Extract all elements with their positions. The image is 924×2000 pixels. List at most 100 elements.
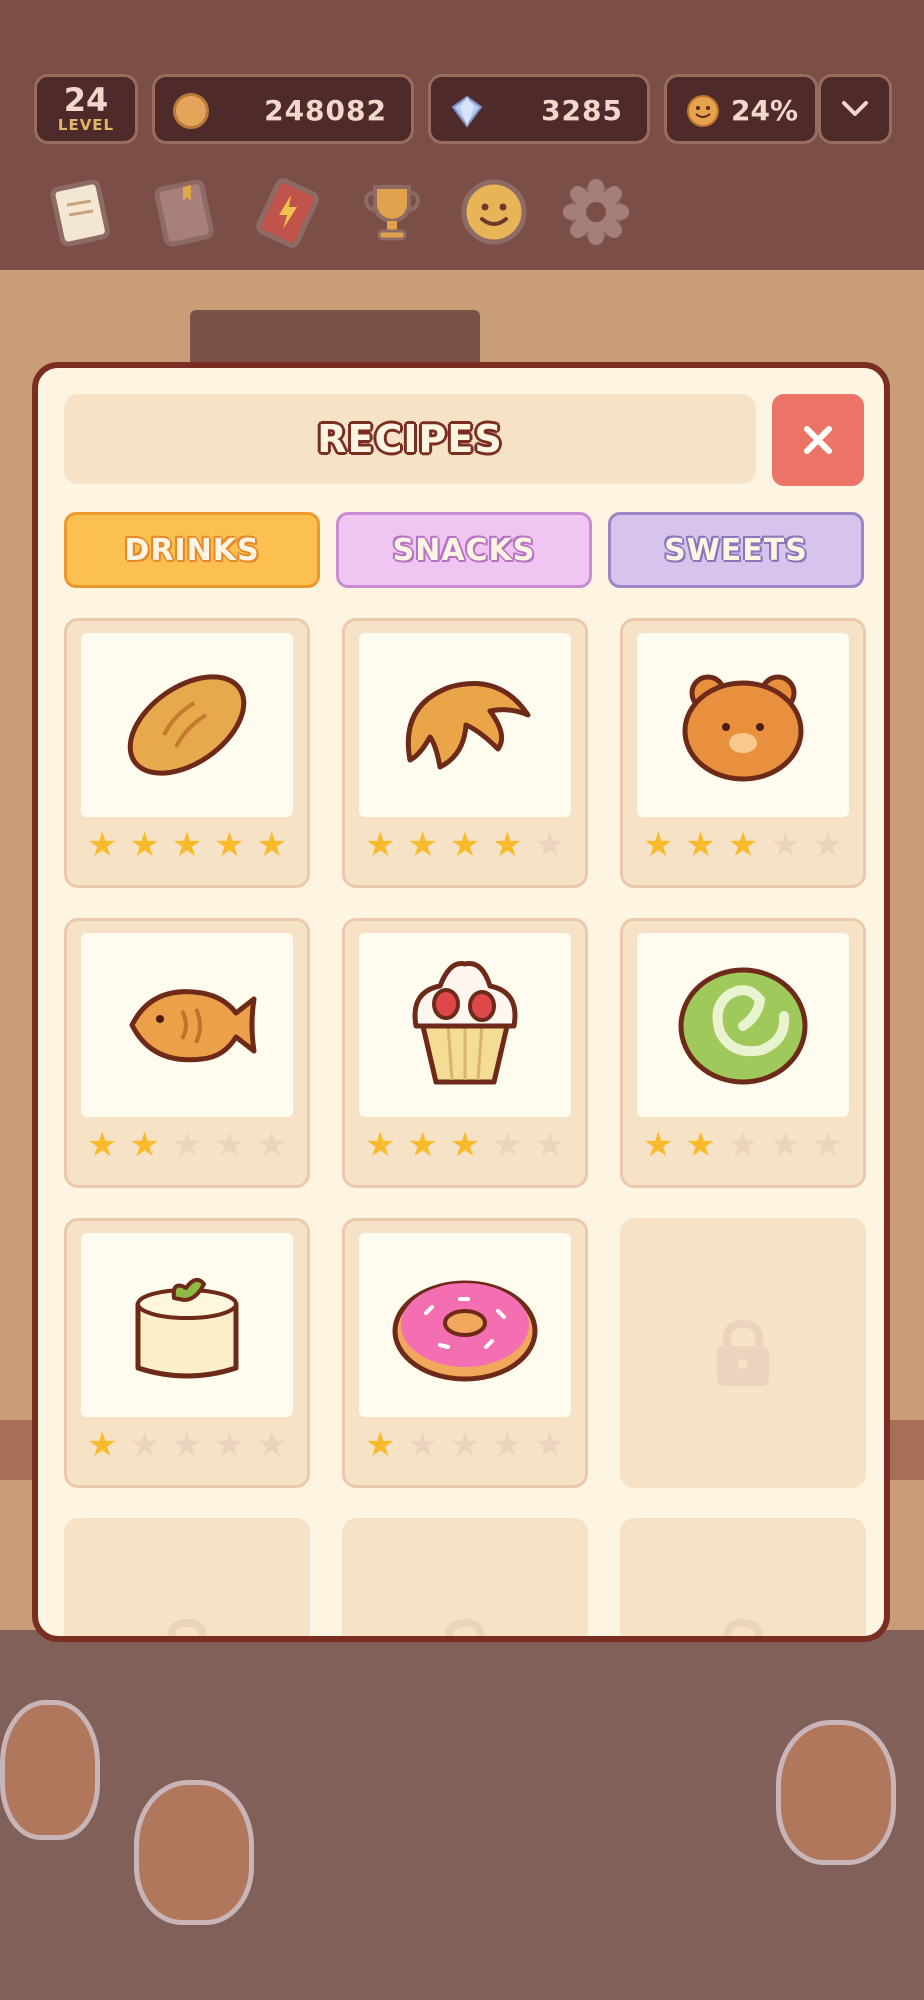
recipe-card-locked[interactable] (64, 1518, 310, 1636)
recipe-card-croissant[interactable]: ★ ★ ★ ★ ★ (342, 618, 588, 888)
star-rating: ★ ★ ★ ★ ★ (637, 827, 849, 863)
star-filled-icon: ★ (86, 1125, 118, 1165)
recipe-card-bread[interactable]: ★ ★ ★ ★ ★ (64, 618, 310, 888)
bear-bun-icon (637, 633, 849, 817)
star-rating: ★ ★ ★ ★ ★ (81, 1127, 293, 1163)
book-icon (154, 179, 214, 247)
dialog-title: RECIPES (317, 417, 503, 461)
lock-container (345, 1617, 585, 1636)
star-filled-icon: ★ (449, 825, 481, 865)
star-empty-icon: ★ (171, 1425, 203, 1465)
star-empty-icon: ★ (449, 1425, 481, 1465)
star-filled-icon: ★ (685, 1125, 716, 1165)
bread-icon (81, 633, 293, 817)
recipes-dialog: RECIPES DRINKS SNACKS SWEETS ★ ★ ★ ★ ★ ★ ★ ★ ★ ★ ★… (32, 362, 890, 1642)
star-empty-icon: ★ (129, 1425, 160, 1465)
star-filled-icon: ★ (364, 825, 396, 865)
coin-counter[interactable]: 248082 (152, 74, 414, 144)
star-filled-icon: ★ (407, 825, 438, 865)
close-button[interactable] (772, 394, 864, 486)
recipe-card-locked[interactable] (620, 1218, 866, 1488)
recipe-card-taiyaki[interactable]: ★ ★ ★ ★ ★ (64, 918, 310, 1188)
star-empty-icon: ★ (727, 1125, 759, 1165)
star-empty-icon: ★ (534, 1425, 565, 1465)
level-badge: 24 LEVEL (34, 74, 138, 144)
trophy-button[interactable] (352, 172, 432, 252)
tab-snacks[interactable]: SNACKS (336, 512, 592, 588)
star-empty-icon: ★ (534, 825, 565, 865)
star-empty-icon: ★ (256, 1125, 287, 1165)
level-label: LEVEL (57, 116, 115, 134)
mood-meter[interactable]: 24% (664, 74, 818, 144)
gear-icon (563, 179, 629, 245)
cheesecake-icon (81, 1233, 293, 1417)
star-empty-icon: ★ (407, 1425, 438, 1465)
croissant-icon (359, 633, 571, 817)
star-rating: ★ ★ ★ ★ ★ (81, 827, 293, 863)
capybara-customer[interactable] (776, 1720, 896, 1865)
lock-icon (717, 1319, 769, 1386)
smiley-icon (687, 95, 719, 127)
tab-drinks[interactable]: DRINKS (64, 512, 320, 588)
star-filled-icon: ★ (685, 825, 716, 865)
star-empty-icon: ★ (812, 1125, 843, 1165)
coin-value: 248082 (264, 94, 387, 127)
notepad-icon (50, 179, 110, 247)
star-rating: ★ ★ ★ ★ ★ (359, 1427, 571, 1463)
star-filled-icon: ★ (214, 825, 245, 865)
star-filled-icon: ★ (129, 1125, 160, 1165)
star-empty-icon: ★ (256, 1425, 287, 1465)
recipe-card-cheesecake[interactable]: ★ ★ ★ ★ ★ (64, 1218, 310, 1488)
star-empty-icon: ★ (534, 1125, 565, 1165)
notepad-button[interactable] (40, 172, 120, 252)
star-filled-icon: ★ (492, 825, 523, 865)
recipe-card-locked[interactable] (620, 1518, 866, 1636)
capybara-customer[interactable] (0, 1700, 100, 1840)
star-empty-icon: ★ (770, 1125, 801, 1165)
star-empty-icon: ★ (171, 1125, 203, 1165)
settings-button[interactable] (556, 172, 636, 252)
star-filled-icon: ★ (256, 825, 287, 865)
lock-icon (167, 1618, 207, 1636)
recipe-card-matcha-roll[interactable]: ★ ★ ★ ★ ★ (620, 918, 866, 1188)
star-rating: ★ ★ ★ ★ ★ (81, 1427, 293, 1463)
expand-menu-button[interactable] (818, 74, 892, 144)
star-empty-icon: ★ (492, 1125, 523, 1165)
star-filled-icon: ★ (86, 1425, 118, 1465)
strawberry-cupcake-icon (359, 933, 571, 1117)
gem-counter[interactable]: 3285 (428, 74, 650, 144)
star-filled-icon: ★ (642, 1125, 674, 1165)
star-filled-icon: ★ (407, 1125, 438, 1165)
star-filled-icon: ★ (86, 825, 118, 865)
star-empty-icon: ★ (492, 1425, 523, 1465)
mood-button[interactable] (454, 172, 534, 252)
coin-icon (173, 93, 209, 129)
lightning-card-icon (256, 178, 319, 248)
recipe-card-locked[interactable] (342, 1518, 588, 1636)
pink-donut-icon (359, 1233, 571, 1417)
capybara-customer[interactable] (134, 1780, 254, 1925)
recipe-card-strawberry-cupcake[interactable]: ★ ★ ★ ★ ★ (342, 918, 588, 1188)
chevron-down-icon (842, 101, 868, 116)
lock-icon (723, 1618, 763, 1636)
lock-container (623, 1221, 863, 1485)
star-filled-icon: ★ (129, 825, 160, 865)
recipe-card-pink-donut[interactable]: ★ ★ ★ ★ ★ (342, 1218, 588, 1488)
book-button[interactable] (144, 172, 224, 252)
star-empty-icon: ★ (214, 1425, 245, 1465)
star-rating: ★ ★ ★ ★ ★ (359, 1127, 571, 1163)
event-card-button[interactable] (248, 172, 328, 252)
recipe-card-bear-bun[interactable]: ★ ★ ★ ★ ★ (620, 618, 866, 888)
star-filled-icon: ★ (364, 1125, 396, 1165)
trophy-icon (364, 185, 420, 241)
star-filled-icon: ★ (449, 1125, 481, 1165)
diamond-icon (451, 95, 483, 128)
gem-value: 3285 (541, 94, 623, 127)
smiley-icon (461, 179, 527, 245)
star-rating: ★ ★ ★ ★ ★ (359, 827, 571, 863)
star-filled-icon: ★ (171, 825, 203, 865)
tab-sweets[interactable]: SWEETS (608, 512, 864, 588)
star-rating: ★ ★ ★ ★ ★ (637, 1127, 849, 1163)
matcha-roll-icon (637, 933, 849, 1117)
star-filled-icon: ★ (727, 825, 759, 865)
